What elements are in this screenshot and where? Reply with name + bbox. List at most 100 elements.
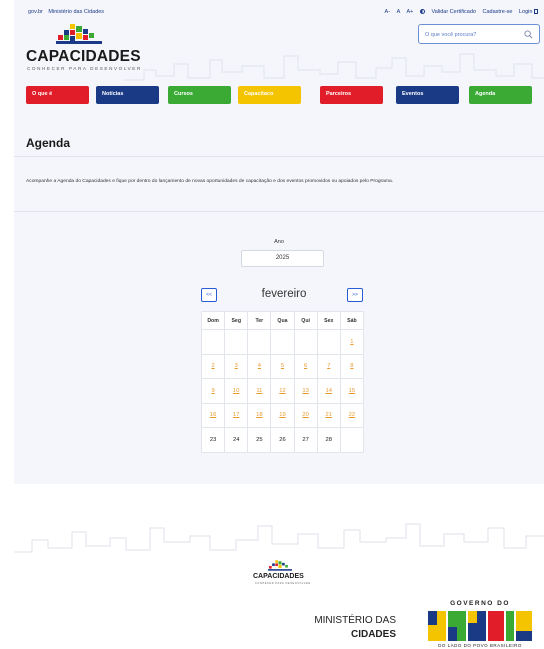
calendar-day: 26 [270, 427, 295, 453]
skyline-decoration [124, 53, 544, 81]
page: gov.br Ministério das Cidades A- A A+ Va… [14, 0, 544, 649]
font-decrease-button[interactable]: A- [385, 9, 391, 15]
register-link[interactable]: Cadastre-se [483, 9, 513, 15]
next-month-button[interactable]: >> [347, 288, 363, 302]
calendar-day: 23 [200, 427, 226, 453]
footer-skyline-decoration [14, 523, 544, 553]
ministry-logo[interactable]: MINISTÉRIO DAS CIDADES [276, 614, 396, 642]
logo-name: CAPACIDADES [26, 48, 141, 65]
calendar-day: 27 [293, 427, 318, 453]
calendar-day[interactable]: 4 [247, 353, 272, 379]
contrast-icon[interactable] [419, 9, 425, 15]
calendar-empty-cell [247, 329, 272, 355]
page-title: Agenda [26, 136, 71, 150]
calendar-day[interactable]: 19 [270, 402, 295, 428]
calendar-day[interactable]: 20 [293, 402, 318, 428]
year-select[interactable]: 2025 [241, 250, 324, 267]
logo-tagline: CONHECER PARA DESENVOLVER [27, 66, 142, 71]
nav-label: Capacitaco [244, 91, 274, 97]
login-link[interactable]: Login [519, 9, 538, 15]
calendar-day[interactable]: 21 [316, 402, 341, 428]
validate-certificate-link[interactable]: Validar Certificado [431, 9, 476, 15]
footer-logo-tagline: CONHECER PARA DESENVOLVER [255, 582, 311, 585]
year-label: Ano [274, 239, 284, 245]
font-normal-button[interactable]: A [397, 9, 400, 15]
prev-month-button[interactable]: << [201, 288, 217, 302]
footer-logo-blocks-icon [268, 560, 292, 571]
gov-links: gov.br Ministério das Cidades [28, 9, 108, 15]
nav-eventos[interactable]: Eventos [396, 86, 459, 104]
nav-o-que-e[interactable]: O que é [26, 86, 89, 104]
main-nav: O que é Notícias Cursos Capacitaco Parce… [26, 86, 532, 104]
calendar-day[interactable]: 10 [224, 378, 249, 404]
weekday-header: Qui [293, 311, 318, 330]
calendar-day[interactable]: 16 [200, 402, 226, 428]
title-area: Agenda [14, 136, 544, 156]
weekday-header: Ter [247, 311, 272, 330]
calendar-day: 24 [224, 427, 249, 453]
weekday-row: Dom Seg Ter Qua Qui Sex Sáb [200, 311, 365, 330]
nav-label: Agenda [475, 91, 496, 97]
calendar-day[interactable]: 2 [200, 353, 226, 379]
weekday-header: Sáb [339, 311, 365, 330]
font-increase-button[interactable]: A+ [406, 9, 413, 15]
nav-label: O que é [32, 91, 53, 97]
search-icon[interactable] [524, 30, 533, 39]
calendar-body: 1 2 3 4 5 6 7 8 9 10 11 12 13 14 15 16 17 18 19 20 21 22 23 24 2… [200, 329, 365, 453]
login-icon [534, 9, 538, 15]
brasil-wordmark-icon [428, 611, 532, 641]
ministry-link[interactable]: Ministério das Cidades [48, 9, 104, 15]
nav-label: Eventos [402, 91, 424, 97]
calendar-section: Ano 2025 << fevereiro >> Dom Seg Ter Qua Qui… [14, 212, 544, 484]
calendar-day[interactable]: 7 [316, 353, 341, 379]
logo-blocks-icon [56, 24, 102, 44]
ministry-line1: MINISTÉRIO DAS [314, 615, 396, 626]
nav-label: Notícias [102, 91, 124, 97]
calendar-day[interactable]: 18 [247, 402, 272, 428]
login-label: Login [519, 9, 533, 15]
search-input[interactable] [425, 30, 521, 39]
calendar-day: 28 [316, 427, 341, 453]
calendar-week-row: 23 24 25 26 27 28 [200, 427, 365, 453]
calendar-day[interactable]: 13 [293, 378, 318, 404]
weekday-header: Qua [270, 311, 295, 330]
calendar-day[interactable]: 6 [293, 353, 318, 379]
calendar-day[interactable]: 12 [270, 378, 295, 404]
calendar-day[interactable]: 8 [339, 353, 365, 379]
nav-agenda[interactable]: Agenda [469, 86, 532, 104]
calendar-day[interactable]: 9 [200, 378, 226, 404]
calendar-day[interactable]: 5 [270, 353, 295, 379]
weekday-header: Sex [316, 311, 341, 330]
nav-noticias[interactable]: Notícias [96, 86, 159, 104]
calendar-day[interactable]: 14 [316, 378, 341, 404]
footer-logo-name: CAPACIDADES [253, 573, 304, 580]
calendar-day[interactable]: 15 [339, 378, 365, 404]
governo-brasil-logo[interactable]: GOVERNO DO DO LADO DO POVO BRASILEIRO [422, 598, 538, 649]
user-links: A- A A+ Validar Certificado Cadastre-se … [380, 9, 538, 15]
calendar-day[interactable]: 11 [247, 378, 272, 404]
calendar-day[interactable]: 1 [339, 329, 365, 355]
footer-capacidades-logo[interactable]: CAPACIDADES CONHECER PARA DESENVOLVER [252, 560, 312, 590]
page-description: Acompanhe a Agenda do Capacidades e fiqu… [26, 179, 394, 184]
capacidades-logo[interactable]: CAPACIDADES CONHECER PARA DESENVOLVER [26, 24, 146, 74]
header: CAPACIDADES CONHECER PARA DESENVOLVER O … [14, 24, 544, 136]
calendar-empty-cell [200, 329, 226, 355]
calendar-empty-cell [224, 329, 249, 355]
calendar-grid: Dom Seg Ter Qua Qui Sex Sáb 1 2 3 4 5 6 7 8 9 10 11 12 13 1… [200, 311, 365, 453]
month-name: fevereiro [261, 288, 307, 300]
nav-cursos[interactable]: Cursos [168, 86, 231, 104]
calendar-day[interactable]: 17 [224, 402, 249, 428]
nav-capacitaco[interactable]: Capacitaco [238, 86, 301, 104]
nav-label: Parceiros [326, 91, 352, 97]
calendar-day[interactable]: 3 [224, 353, 249, 379]
calendar-empty-cell [316, 329, 341, 355]
calendar-week-row: 9 10 11 12 13 14 15 [200, 378, 365, 404]
gov-top-text: GOVERNO DO [450, 600, 510, 607]
calendar-empty-cell [339, 427, 365, 453]
calendar-empty-cell [270, 329, 295, 355]
calendar-week-row: 1 [200, 329, 365, 355]
nav-parceiros[interactable]: Parceiros [320, 86, 383, 104]
gov-br-link[interactable]: gov.br [28, 9, 43, 15]
calendar-empty-cell [293, 329, 318, 355]
calendar-day[interactable]: 22 [339, 402, 365, 428]
